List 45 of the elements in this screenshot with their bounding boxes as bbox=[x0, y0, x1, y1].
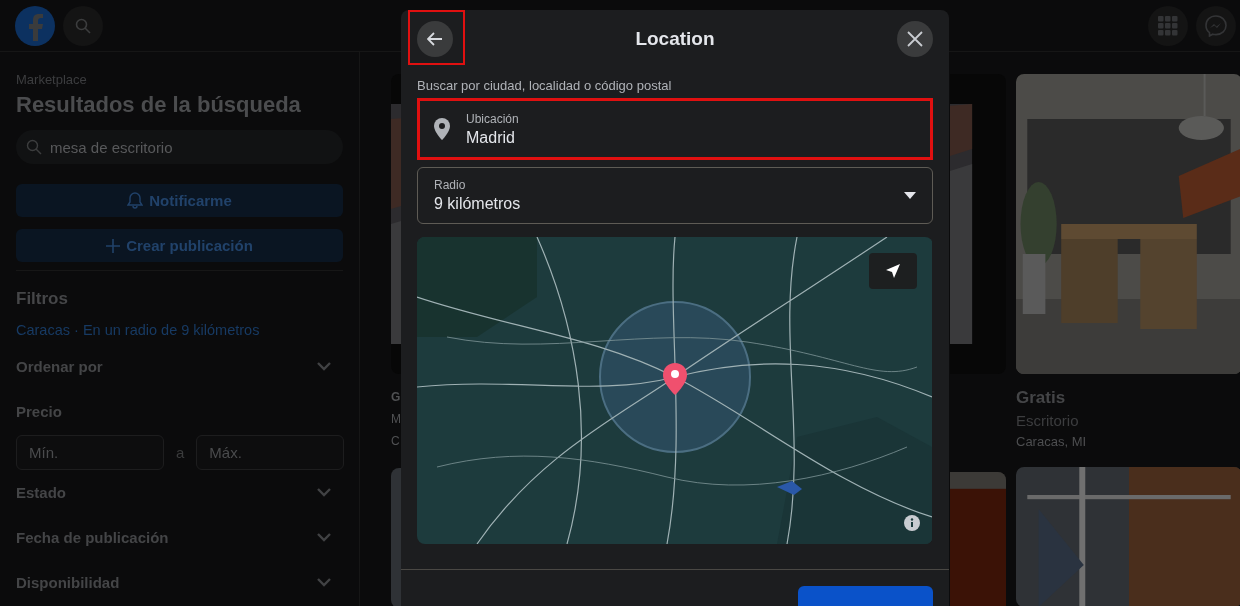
listing-location: C bbox=[391, 434, 401, 448]
listing-price: Gratis bbox=[1016, 388, 1067, 408]
navigation-arrow-icon bbox=[885, 263, 901, 279]
chevron-down-icon bbox=[317, 488, 331, 497]
menu-button[interactable] bbox=[1148, 5, 1188, 46]
page-title: Resultados de la búsqueda bbox=[16, 92, 302, 118]
listing-location: Caracas, MI bbox=[1016, 434, 1088, 449]
radius-select[interactable]: Radio 9 kilómetros bbox=[417, 167, 933, 224]
filter-dropdown[interactable]: Ordenar por bbox=[16, 344, 343, 389]
location-field[interactable]: Ubicación Madrid bbox=[417, 98, 933, 160]
filter-dropdown[interactable]: Fecha de publicación bbox=[16, 515, 343, 560]
create-listing-button[interactable]: Crear publicación bbox=[16, 229, 343, 262]
min-price-field[interactable]: Mín. bbox=[16, 435, 164, 470]
chevron-down-icon bbox=[317, 533, 331, 542]
back-button[interactable] bbox=[417, 21, 453, 57]
bell-icon bbox=[127, 192, 144, 209]
chat-bubble-icon bbox=[1205, 14, 1227, 37]
filter-label: Precio bbox=[16, 402, 62, 420]
location-pin-icon bbox=[434, 118, 450, 140]
filters-heading: Filtros bbox=[16, 289, 69, 309]
dialog-title: Location bbox=[635, 28, 715, 50]
chevron-down-icon bbox=[317, 578, 331, 587]
filter-dropdown[interactable]: Disponibilidad bbox=[16, 560, 343, 605]
close-button[interactable] bbox=[897, 21, 933, 57]
filter-dropdown[interactable]: Estado bbox=[16, 470, 343, 515]
notify-button[interactable]: Notificarme bbox=[16, 184, 343, 217]
search-field[interactable]: mesa de escritorio bbox=[16, 130, 343, 164]
chevron-down-icon bbox=[317, 362, 331, 371]
close-icon bbox=[907, 31, 923, 47]
back-arrow-icon bbox=[427, 32, 443, 46]
grid-icon bbox=[1158, 15, 1178, 36]
search-icon bbox=[75, 17, 91, 34]
listing-title: M bbox=[391, 412, 401, 426]
max-price-field[interactable]: Máx. bbox=[196, 435, 345, 470]
search-icon bbox=[26, 139, 42, 155]
messenger-button[interactable] bbox=[1196, 5, 1236, 46]
location-link[interactable]: Caracas · En un radio de 9 kilómetros bbox=[16, 322, 343, 338]
locate-button[interactable] bbox=[869, 253, 917, 289]
plus-icon bbox=[106, 238, 121, 253]
dropdown-caret-icon bbox=[904, 192, 916, 199]
listing-price: G bbox=[391, 390, 401, 404]
search-hint: Buscar por ciudad, localidad o código postal bbox=[417, 78, 673, 93]
search-button[interactable] bbox=[63, 5, 103, 46]
facebook-logo[interactable] bbox=[15, 5, 55, 46]
info-icon[interactable] bbox=[904, 515, 920, 531]
